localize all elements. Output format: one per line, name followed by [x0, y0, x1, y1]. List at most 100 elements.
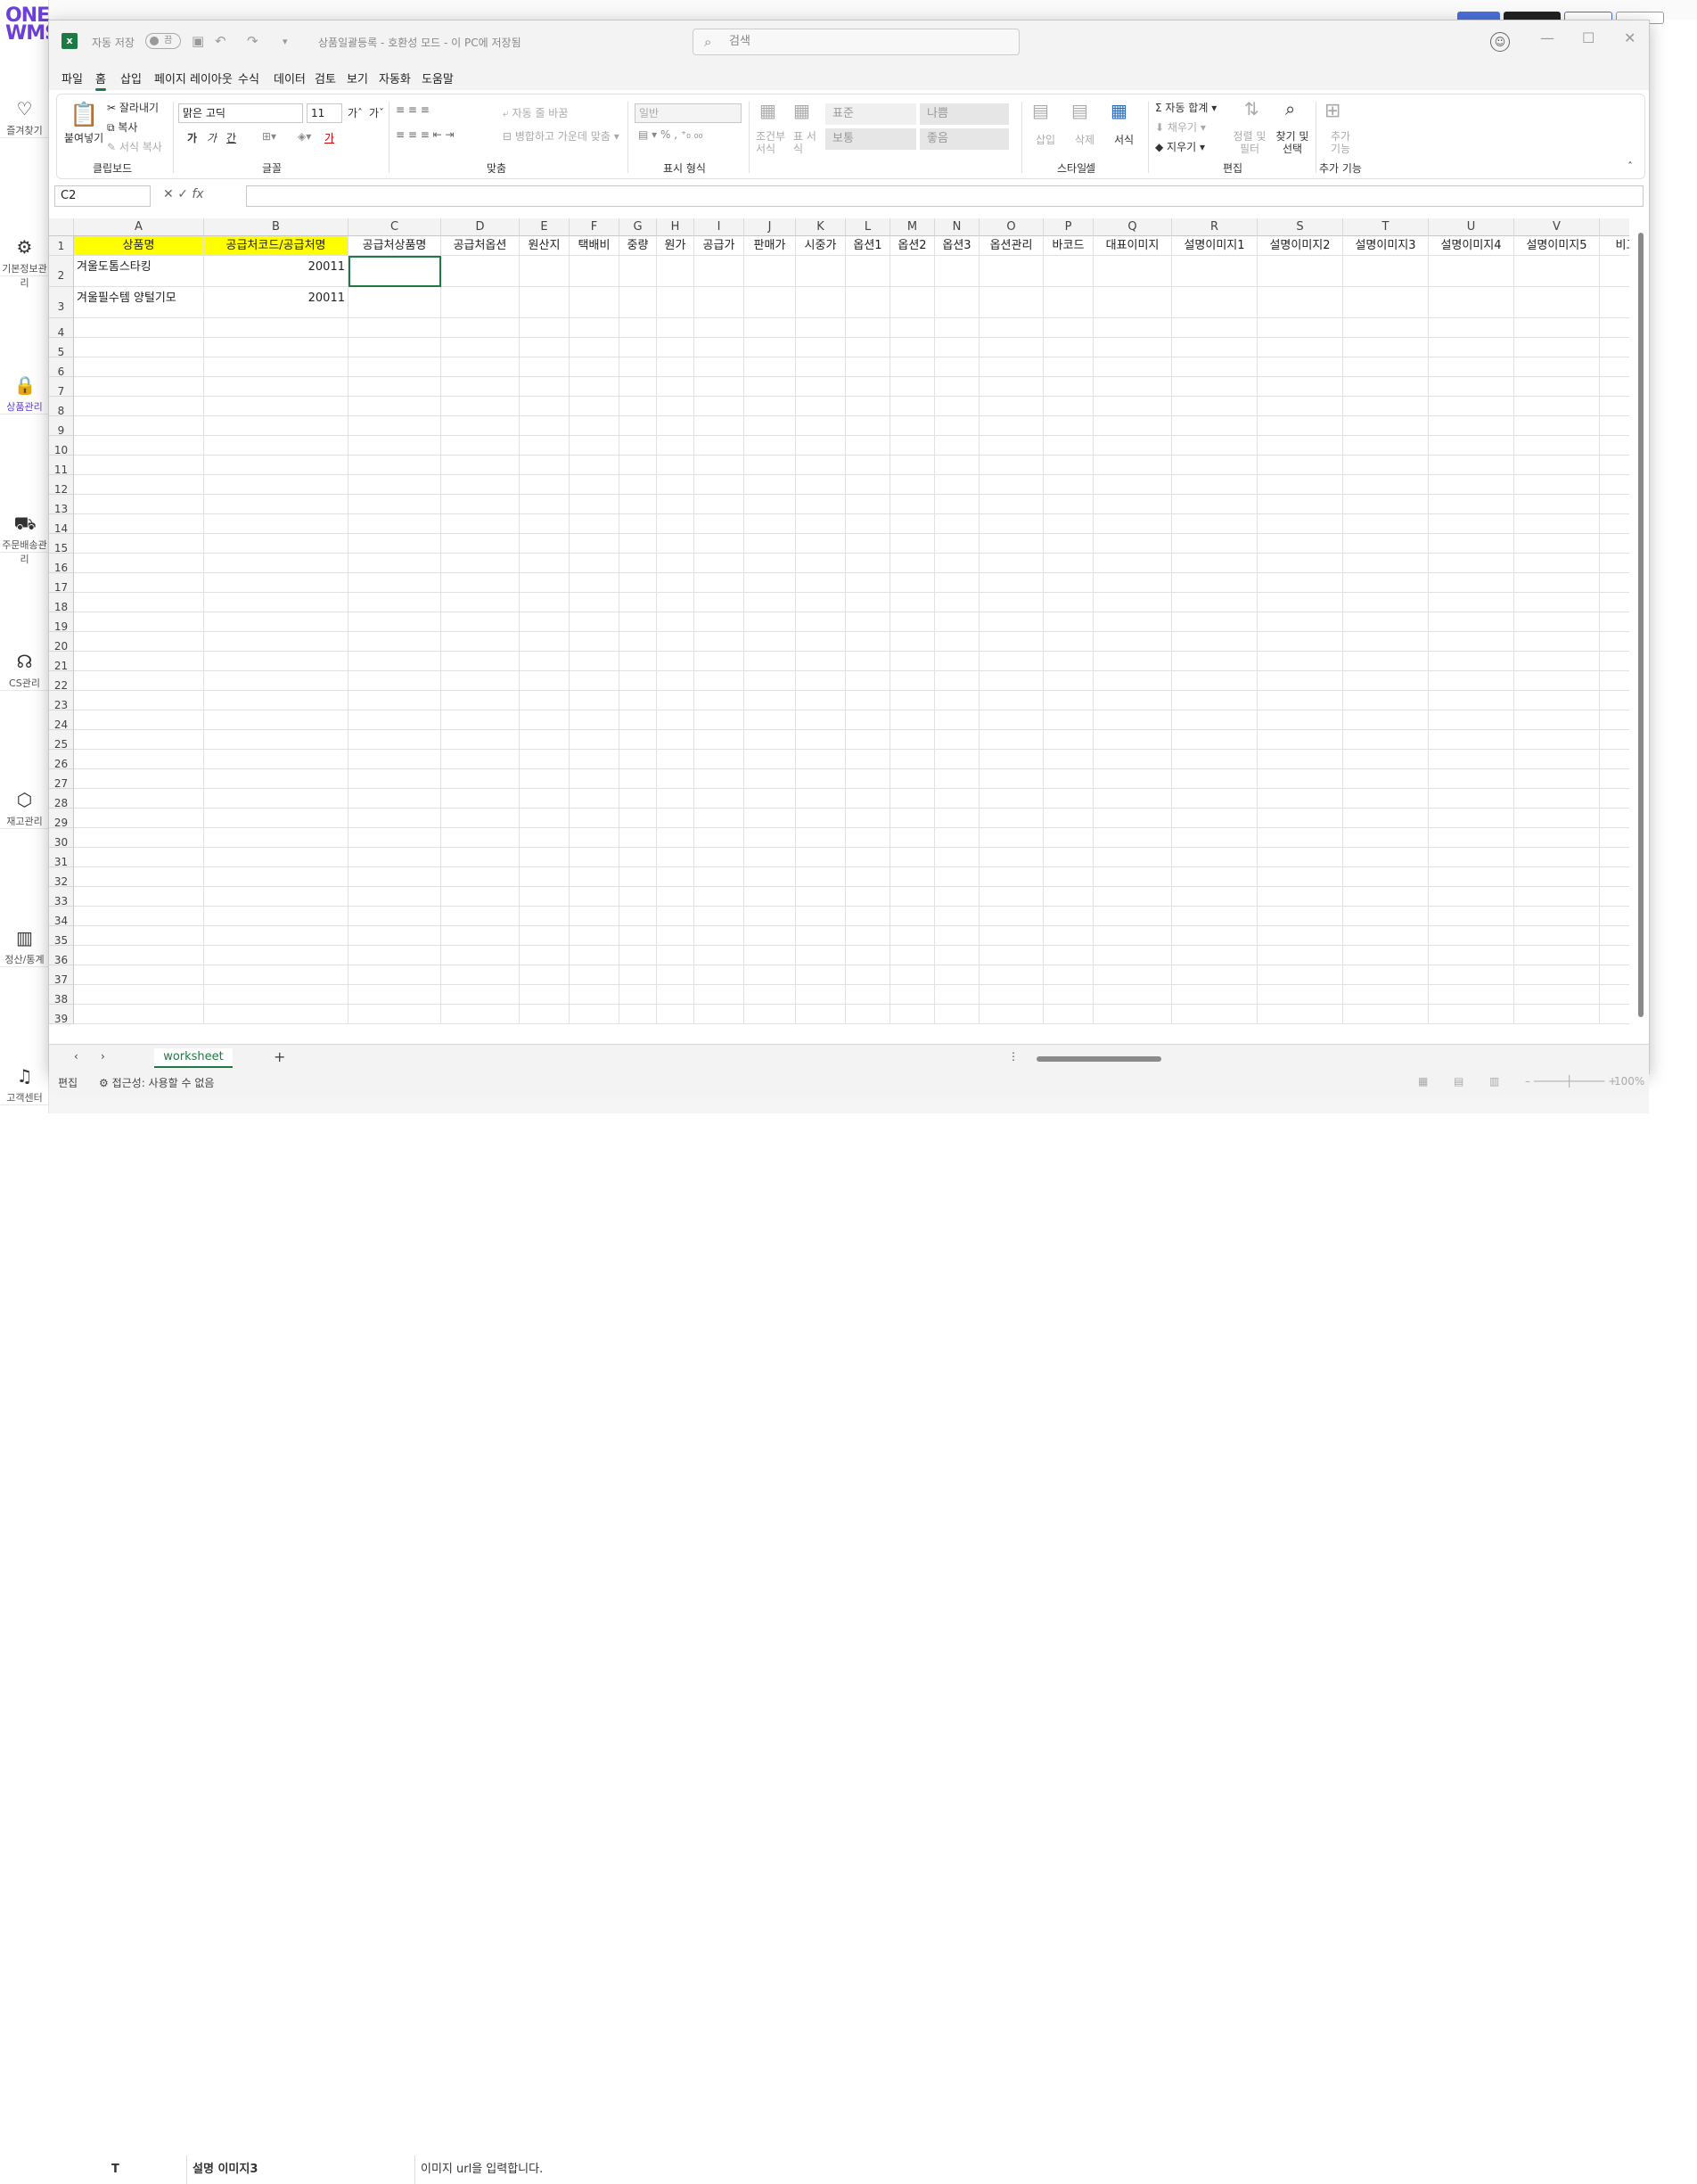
cell[interactable] — [570, 828, 619, 848]
cell[interactable] — [846, 652, 890, 671]
cell[interactable] — [657, 436, 694, 456]
sidebar-item[interactable]: ♡ 즐겨찾기 — [0, 0, 49, 138]
cell[interactable] — [619, 848, 657, 867]
cell[interactable] — [980, 769, 1044, 789]
cell[interactable] — [1044, 287, 1094, 318]
column-header[interactable]: J — [744, 218, 796, 236]
cell[interactable] — [890, 357, 935, 377]
name-box[interactable]: C2 — [54, 185, 151, 207]
cell[interactable] — [744, 828, 796, 848]
cell[interactable] — [1258, 965, 1343, 985]
cell[interactable] — [657, 691, 694, 710]
cell[interactable] — [520, 828, 570, 848]
cancel-icon[interactable]: ✕ — [163, 187, 174, 201]
cell[interactable] — [694, 828, 744, 848]
row-header[interactable]: 9 — [49, 416, 74, 437]
cell[interactable] — [1258, 671, 1343, 691]
cell[interactable] — [570, 867, 619, 887]
cell[interactable] — [204, 828, 348, 848]
cell[interactable] — [1044, 710, 1094, 730]
cell[interactable] — [890, 456, 935, 475]
cell[interactable] — [1429, 848, 1514, 867]
cell[interactable] — [694, 652, 744, 671]
cell[interactable] — [846, 534, 890, 554]
cell[interactable] — [796, 828, 846, 848]
cell[interactable] — [796, 593, 846, 612]
cell[interactable] — [348, 730, 441, 750]
cell[interactable] — [1514, 946, 1600, 965]
cell[interactable] — [204, 377, 348, 397]
currency-icon[interactable]: ▤ ▾ % , ⁺₀ ₀₀ — [638, 128, 702, 141]
cell[interactable] — [1044, 554, 1094, 573]
delete-cells-button[interactable]: 삭제 — [1075, 132, 1094, 147]
cell[interactable] — [348, 671, 441, 691]
cell[interactable] — [1343, 632, 1429, 652]
cell[interactable] — [570, 907, 619, 926]
cell[interactable] — [441, 456, 520, 475]
cell[interactable] — [1044, 436, 1094, 456]
cell[interactable] — [619, 809, 657, 828]
cell[interactable] — [935, 691, 980, 710]
header-cell[interactable]: 원산지 — [520, 236, 570, 256]
cell[interactable] — [520, 256, 570, 287]
cell[interactable] — [890, 809, 935, 828]
cell[interactable] — [694, 318, 744, 338]
cell[interactable] — [694, 985, 744, 1005]
cell[interactable] — [74, 554, 204, 573]
cell[interactable] — [846, 287, 890, 318]
cell[interactable] — [694, 514, 744, 534]
cell[interactable] — [1172, 357, 1258, 377]
cell[interactable] — [1094, 495, 1172, 514]
cell[interactable] — [1343, 965, 1429, 985]
cell[interactable] — [846, 907, 890, 926]
cell[interactable] — [441, 397, 520, 416]
cell[interactable] — [890, 828, 935, 848]
cell[interactable] — [1514, 338, 1600, 357]
cell[interactable] — [1343, 907, 1429, 926]
cell[interactable] — [1343, 514, 1429, 534]
cell[interactable] — [1094, 256, 1172, 287]
cell[interactable] — [1429, 730, 1514, 750]
cell[interactable] — [1258, 691, 1343, 710]
column-header[interactable]: E — [520, 218, 570, 236]
header-cell[interactable]: 설명이미지4 — [1429, 236, 1514, 256]
cell[interactable] — [1514, 397, 1600, 416]
cell[interactable] — [619, 593, 657, 612]
cell[interactable] — [744, 769, 796, 789]
header-cell[interactable]: 옵션관리 — [980, 236, 1044, 256]
cell[interactable] — [570, 357, 619, 377]
cell[interactable] — [570, 377, 619, 397]
cell[interactable] — [1258, 287, 1343, 318]
cell[interactable] — [1094, 318, 1172, 338]
cell[interactable] — [619, 287, 657, 318]
cell[interactable] — [694, 965, 744, 985]
row-header[interactable]: 31 — [49, 848, 74, 868]
cell[interactable] — [74, 710, 204, 730]
cell[interactable] — [619, 652, 657, 671]
cell[interactable] — [1429, 652, 1514, 671]
cell[interactable] — [1600, 436, 1629, 456]
cell[interactable] — [1094, 867, 1172, 887]
cell[interactable] — [657, 769, 694, 789]
cell[interactable] — [694, 671, 744, 691]
cell[interactable] — [348, 710, 441, 730]
cell[interactable] — [846, 632, 890, 652]
cell[interactable] — [619, 397, 657, 416]
cell[interactable] — [980, 632, 1044, 652]
cell[interactable] — [1343, 573, 1429, 593]
cell[interactable] — [204, 985, 348, 1005]
cell[interactable] — [694, 338, 744, 357]
cell[interactable] — [204, 554, 348, 573]
cell[interactable] — [1429, 1005, 1514, 1024]
header-cell[interactable]: 시중가 — [796, 236, 846, 256]
cell[interactable] — [846, 397, 890, 416]
cell[interactable] — [1600, 377, 1629, 397]
cell[interactable] — [441, 848, 520, 867]
cell[interactable] — [657, 593, 694, 612]
cell[interactable] — [890, 750, 935, 769]
cell[interactable] — [1514, 612, 1600, 632]
cell[interactable] — [890, 965, 935, 985]
cell[interactable] — [204, 769, 348, 789]
cell[interactable] — [204, 495, 348, 514]
cell[interactable] — [570, 612, 619, 632]
